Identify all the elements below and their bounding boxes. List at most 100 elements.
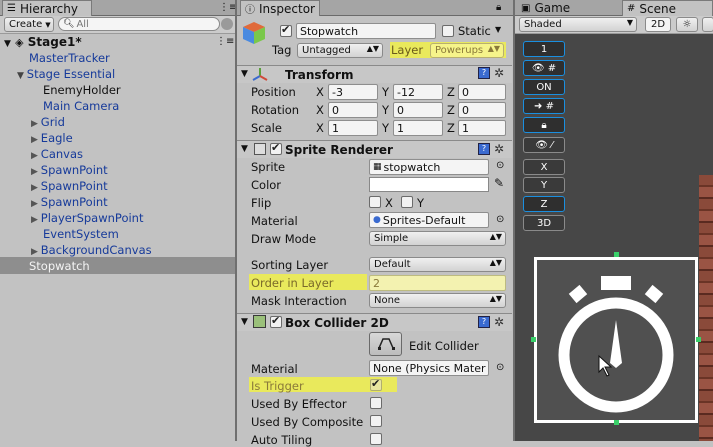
foldout-closed-icon[interactable]: ▶ [31,247,41,257]
scene-tool-x-axis[interactable]: X [523,159,565,175]
lock-icon[interactable]: 🔒︎ [496,2,501,13]
sprite-field[interactable]: ▦ stopwatch [369,159,489,175]
draw-mode-dropdown[interactable]: Simple ▲▼ [369,231,506,246]
scene-tool-y-axis[interactable]: Y [523,177,565,193]
tag-dropdown[interactable]: Untagged ▲▼ [297,43,383,58]
hierarchy-item-spawnpoint-1[interactable]: ▶ SpawnPoint [31,163,108,177]
foldout-closed-icon[interactable]: ▶ [31,215,41,225]
mask-interaction-dropdown[interactable]: None ▲▼ [369,293,506,308]
used-by-effector-checkbox[interactable] [370,397,382,409]
gear-icon[interactable]: ✲ [494,66,504,80]
foldout-closed-icon[interactable]: ▶ [31,199,41,209]
foldout-closed-icon[interactable]: ▶ [31,119,41,129]
hierarchy-item-mastertracker[interactable]: MasterTracker [29,51,110,65]
scene-tool-layer-count[interactable]: 1 [523,41,565,57]
order-in-layer-field[interactable]: 2 [369,275,506,291]
foldout-closed-icon[interactable]: ▶ [31,135,41,145]
hierarchy-item-label: Main Camera [43,99,120,113]
eyedropper-icon[interactable]: ✎ [494,176,504,190]
sprite-renderer-enabled-checkbox[interactable] [270,141,282,155]
position-y-field[interactable]: -12 [393,84,443,100]
scale-z-field[interactable]: 1 [458,120,506,136]
hierarchy-search-input[interactable]: 🔍︎ All [58,17,220,31]
help-book-icon[interactable]: ? [478,67,490,79]
create-button[interactable]: Create ▼ [4,17,54,32]
flip-x-checkbox[interactable] [369,196,381,208]
hierarchy-item-spawnpoint-2[interactable]: ▶ SpawnPoint [31,179,108,193]
hierarchy-item-backgroundcanvas[interactable]: ▶ BackgroundCanvas [31,243,152,257]
color-swatch[interactable] [369,177,489,192]
tab-scene[interactable]: # Scene [622,0,713,16]
object-picker-icon[interactable]: ⊙ [496,214,504,225]
foldout-closed-icon[interactable]: ▶ [31,151,41,161]
rotation-x-field[interactable]: 0 [328,102,378,118]
hierarchy-item-spawnpoint-3[interactable]: ▶ SpawnPoint [31,195,108,209]
collider-handle-right[interactable] [696,337,701,342]
foldout-open-icon[interactable]: ▼ [4,39,11,49]
hierarchy-item-stopwatch[interactable]: Stopwatch [29,259,90,273]
position-z-field[interactable]: 0 [458,84,506,100]
foldout-closed-icon[interactable]: ▶ [31,167,41,177]
hierarchy-item-canvas[interactable]: ▶ Canvas [31,147,83,161]
scale-x-field[interactable]: 1 [328,120,378,136]
hierarchy-item-eagle[interactable]: ▶ Eagle [31,131,73,145]
object-picker-icon[interactable]: ⊙ [496,160,504,171]
stopwatch-sprite[interactable] [534,257,698,423]
collider-handle-left[interactable] [531,337,536,342]
foldout-open-icon[interactable]: ▼ [17,71,27,81]
is-trigger-checkbox[interactable] [370,377,382,391]
search-clear-icon[interactable] [221,18,233,30]
audio-toggle[interactable] [702,17,713,32]
scene-menu-icon[interactable]: ⋮≡ [216,36,234,47]
scene-tool-3d-view[interactable]: 3D [523,215,565,231]
gear-icon[interactable]: ✲ [494,315,504,329]
active-checkbox[interactable] [280,23,292,37]
used-by-composite-checkbox[interactable] [370,415,382,427]
hierarchy-item-enemyholder[interactable]: EnemyHolder [43,83,121,97]
scene-tool-toggle-on[interactable]: ON [523,79,565,95]
material-field[interactable]: ● Sprites-Default [369,212,489,228]
foldout-open-icon[interactable]: ▼ [241,317,248,327]
gear-icon[interactable]: ✲ [494,142,504,156]
help-book-icon[interactable]: ? [478,316,490,328]
scene-tool-lock[interactable]: 🔒︎ [523,117,565,133]
transform-header[interactable] [237,65,512,83]
scene-root-row[interactable]: ▼ ◈ Stage1* [4,35,82,49]
foldout-open-icon[interactable]: ▼ [241,144,248,154]
collider-handle-bottom[interactable] [614,420,619,425]
box-collider-enabled-checkbox[interactable] [270,314,282,328]
object-name-field[interactable]: Stopwatch [296,23,436,39]
sorting-layer-dropdown[interactable]: Default ▲▼ [369,257,506,272]
layer-dropdown[interactable]: Powerups ▲▼ [430,43,504,58]
scene-tool-visibility-grid[interactable]: 👁︎ # [523,60,565,76]
hierarchy-item-grid[interactable]: ▶ Grid [31,115,65,129]
tab-game[interactable]: ▣ Game [517,0,583,16]
scene-tool-arrow-grid[interactable]: ➜ # [523,98,565,114]
tab-inspector[interactable]: ⓘ Inspector [240,0,320,16]
auto-tiling-checkbox[interactable] [370,433,382,445]
collider-handle-top[interactable] [614,252,619,257]
collider-material-field[interactable]: None (Physics Mater [369,360,489,376]
foldout-open-icon[interactable]: ▼ [241,69,248,79]
scene-tool-z-axis[interactable]: Z [523,196,565,212]
hierarchy-item-stage-essential[interactable]: ▼ Stage Essential [17,67,115,81]
position-x-field[interactable]: -3 [328,84,378,100]
static-checkbox[interactable] [442,25,454,37]
lighting-toggle[interactable]: ☼ [676,17,698,32]
hierarchy-item-eventsystem[interactable]: EventSystem [43,227,119,241]
scale-y-field[interactable]: 1 [393,120,443,136]
shading-mode-dropdown[interactable]: Shaded ▼ [519,17,637,32]
object-picker-icon[interactable]: ⊙ [496,362,504,373]
foldout-closed-icon[interactable]: ▶ [31,183,41,193]
help-book-icon[interactable]: ? [478,143,490,155]
edit-collider-button[interactable] [369,332,402,356]
rotation-y-field[interactable]: 0 [393,102,443,118]
rotation-z-field[interactable]: 0 [458,102,506,118]
scene-tool-hidden-eye[interactable]: 👁︎ ⁄ [523,137,565,153]
tab-hierarchy[interactable]: ☰ Hierarchy [2,0,92,16]
static-dropdown-icon[interactable]: ▼ [495,25,501,34]
mode-2d-toggle[interactable]: 2D [645,17,671,32]
hierarchy-item-playerspawnpoint[interactable]: ▶ PlayerSpawnPoint [31,211,143,225]
flip-y-checkbox[interactable] [401,196,413,208]
hierarchy-item-main-camera[interactable]: Main Camera [43,99,119,113]
